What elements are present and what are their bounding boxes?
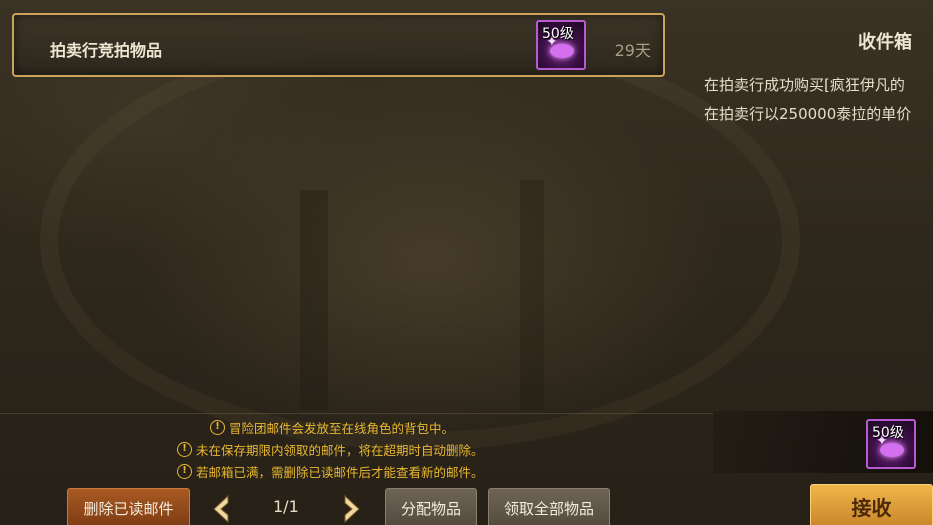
warning-icon: !	[210, 420, 225, 435]
detail-attachment-item-icon[interactable]: ✦ 50级	[866, 419, 916, 469]
item-level-label: 50级	[872, 425, 904, 441]
warning-icon: !	[177, 442, 192, 457]
purple-gem-icon	[550, 44, 574, 58]
next-page-arrow-icon[interactable]	[341, 494, 363, 524]
divider	[0, 413, 713, 414]
prev-page-arrow-icon[interactable]	[210, 494, 232, 524]
background-pillar-decoration	[300, 190, 328, 410]
mail-list-item[interactable]: 拍卖行竞拍物品 ✦ 50级 29天	[12, 13, 665, 77]
notice-text: 冒险团邮件会发放至在线角色的背包中。	[229, 421, 455, 436]
notice-line: ! 冒险团邮件会发放至在线角色的背包中。	[210, 418, 454, 437]
notice-line: ! 未在保存期限内领取的邮件，将在超期时自动删除。	[177, 440, 484, 459]
notice-line: ! 若邮箱已满，需删除已读邮件后才能查看新的邮件。	[177, 462, 484, 481]
background-pillar-decoration	[520, 180, 544, 410]
page-indicator: 1/1	[273, 497, 299, 516]
claim-all-items-button[interactable]: 领取全部物品	[488, 488, 610, 525]
notice-text: 未在保存期限内领取的邮件，将在超期时自动删除。	[196, 443, 484, 458]
receive-button[interactable]: 接收	[810, 484, 933, 525]
inbox-header: 收件箱	[858, 32, 912, 53]
mail-days-left: 29天	[614, 41, 651, 60]
item-level-label: 50级	[542, 26, 574, 42]
mail-item-title: 拍卖行竞拍物品	[50, 41, 163, 60]
notice-text: 若邮箱已满，需删除已读邮件后才能查看新的邮件。	[196, 465, 484, 480]
warning-icon: !	[177, 464, 192, 479]
background-arch-decoration	[40, 30, 800, 450]
purple-gem-icon	[880, 443, 904, 457]
distribute-items-button[interactable]: 分配物品	[385, 488, 477, 525]
delete-read-mail-button[interactable]: 删除已读邮件	[67, 488, 190, 525]
attachment-item-icon[interactable]: ✦ 50级	[536, 20, 586, 70]
mail-body-line: 在拍卖行以250000泰拉的单价	[704, 105, 912, 123]
mail-body-line: 在拍卖行成功购买[疯狂伊凡的	[704, 76, 905, 94]
